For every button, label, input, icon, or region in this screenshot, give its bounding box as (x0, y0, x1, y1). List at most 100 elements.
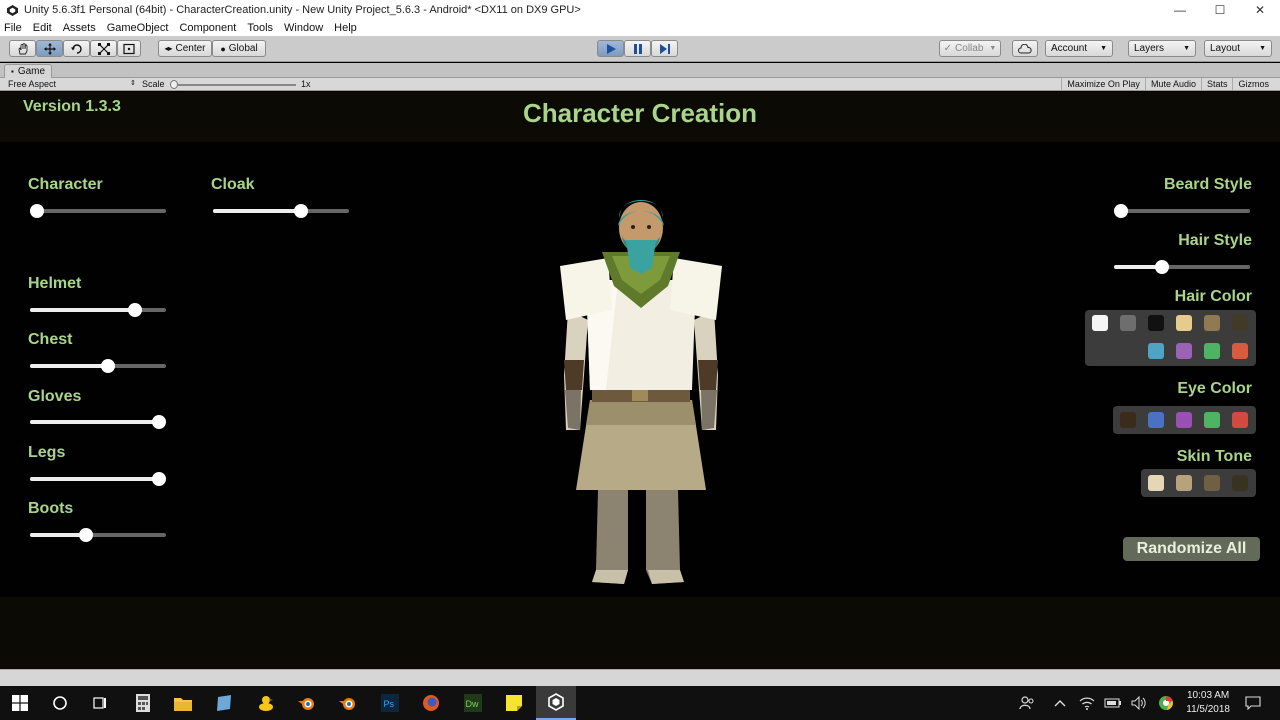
hair-color-swatch[interactable] (1148, 315, 1164, 331)
wifi-icon[interactable] (1076, 686, 1098, 720)
menu-help[interactable]: Help (334, 22, 357, 34)
hair-color-swatch[interactable] (1120, 315, 1136, 331)
step-button[interactable] (651, 40, 678, 57)
hair-color-swatch[interactable] (1204, 343, 1220, 359)
file-explorer-app[interactable] (163, 686, 203, 720)
scale-tool-button[interactable] (90, 40, 117, 57)
photoshop-app[interactable]: Ps (370, 686, 410, 720)
skin-tone-swatch[interactable] (1204, 475, 1220, 491)
slider-handle[interactable] (294, 204, 309, 218)
play-button[interactable] (597, 40, 624, 57)
hair-color-swatch[interactable] (1232, 343, 1248, 359)
legs-slider[interactable] (30, 472, 167, 486)
skin-tone-swatch[interactable] (1232, 475, 1248, 491)
pivot-global-label: Global (228, 43, 258, 54)
account-dropdown[interactable]: Account ▼ (1045, 40, 1113, 57)
eye-color-swatch[interactable] (1204, 412, 1220, 428)
volume-icon[interactable] (1128, 686, 1150, 720)
hair-color-swatch[interactable] (1148, 343, 1164, 359)
menu-component[interactable]: Component (179, 22, 236, 34)
helmet-label: Helmet (28, 275, 82, 292)
pivot-global-button[interactable]: ● Global (212, 40, 266, 57)
slider-handle[interactable] (29, 204, 44, 218)
sticky-notes-app[interactable] (494, 686, 534, 720)
slider-handle[interactable] (152, 472, 167, 486)
pivot-center-button[interactable]: ◂▸ Center (158, 40, 212, 57)
hand-tool-button[interactable] (9, 40, 36, 57)
calculator-app[interactable] (123, 686, 163, 720)
action-center-icon[interactable] (1242, 686, 1264, 720)
boots-slider[interactable] (30, 528, 166, 542)
hair-color-swatch[interactable] (1176, 315, 1192, 331)
start-button[interactable] (0, 686, 40, 720)
gloves-slider[interactable] (30, 415, 167, 429)
rotate-tool-button[interactable] (63, 40, 90, 57)
slider-handle[interactable] (1113, 204, 1128, 218)
task-view-button[interactable] (80, 686, 120, 720)
collab-dropdown[interactable]: ✓ Collab ▼ (939, 40, 1001, 57)
menu-window[interactable]: Window (284, 22, 323, 34)
slider-handle[interactable] (100, 359, 115, 373)
hair-style-slider[interactable] (1114, 260, 1250, 274)
hair-color-swatch[interactable] (1232, 315, 1248, 331)
slider-handle[interactable] (127, 303, 142, 317)
layout-dropdown[interactable]: Layout ▼ (1204, 40, 1272, 57)
hair-color-swatch[interactable] (1176, 343, 1192, 359)
beard-style-slider[interactable] (1113, 204, 1250, 218)
stats-toggle[interactable]: Stats (1200, 78, 1233, 90)
folder-icon (174, 697, 192, 711)
scale-slider-handle[interactable] (170, 80, 178, 89)
rect-tool-button[interactable] (117, 40, 141, 57)
move-tool-button[interactable] (36, 40, 63, 57)
menu-file[interactable]: File (4, 22, 22, 34)
chrome-status-icon[interactable] (1155, 686, 1177, 720)
menu-gameobject[interactable]: GameObject (107, 22, 169, 34)
close-button[interactable]: ✕ (1240, 0, 1280, 20)
chest-slider[interactable] (30, 359, 166, 373)
aspect-dropdown[interactable]: Free Aspect (8, 79, 56, 89)
duck-app[interactable] (246, 686, 286, 720)
character-model[interactable] (556, 190, 726, 590)
dreamweaver-app[interactable]: Dw (453, 686, 493, 720)
scale-slider-track[interactable] (171, 84, 296, 86)
layers-dropdown[interactable]: Layers ▼ (1128, 40, 1196, 57)
hair-style-label: Hair Style (1178, 232, 1252, 249)
maximize-on-play-toggle[interactable]: Maximize On Play (1061, 78, 1145, 90)
gizmos-dropdown[interactable]: Gizmos (1232, 78, 1274, 90)
slider-handle[interactable] (1154, 260, 1169, 274)
character-slider[interactable] (29, 204, 166, 218)
system-clock[interactable]: 10:03 AM 11/5/2018 (1186, 689, 1230, 717)
slider-handle[interactable] (152, 415, 167, 429)
menu-assets[interactable]: Assets (63, 22, 96, 34)
helmet-slider[interactable] (30, 303, 166, 317)
hair-color-swatch[interactable] (1204, 315, 1220, 331)
cloud-button[interactable] (1012, 40, 1038, 57)
skin-tone-swatch[interactable] (1148, 475, 1164, 491)
hair-color-swatch[interactable] (1092, 315, 1108, 331)
slider-handle[interactable] (78, 528, 93, 542)
battery-icon[interactable] (1102, 686, 1124, 720)
cortana-button[interactable] (40, 686, 80, 720)
unity-app[interactable] (536, 686, 576, 720)
eye-color-swatch[interactable] (1120, 412, 1136, 428)
eye-color-swatch[interactable] (1232, 412, 1248, 428)
firefox-app[interactable] (411, 686, 451, 720)
eye-color-swatch[interactable] (1148, 412, 1164, 428)
pause-button[interactable] (624, 40, 651, 57)
blender-app-2[interactable] (328, 686, 368, 720)
randomize-all-button[interactable]: Randomize All (1123, 537, 1260, 561)
minimize-button[interactable]: — (1160, 0, 1200, 20)
beard-style-label: Beard Style (1163, 176, 1252, 193)
mute-audio-toggle[interactable]: Mute Audio (1144, 78, 1201, 90)
maximize-button[interactable]: ☐ (1200, 0, 1240, 20)
people-icon[interactable] (1016, 686, 1038, 720)
skin-tone-swatch[interactable] (1176, 475, 1192, 491)
chevron-up-icon[interactable] (1050, 686, 1070, 720)
blender-app-1[interactable] (287, 686, 327, 720)
cloak-slider[interactable] (213, 204, 349, 218)
eye-color-swatch[interactable] (1176, 412, 1192, 428)
menu-edit[interactable]: Edit (33, 22, 52, 34)
menu-tools[interactable]: Tools (247, 22, 273, 34)
game-tab[interactable]: ▪ Game (4, 64, 53, 78)
notes-app[interactable] (204, 686, 244, 720)
